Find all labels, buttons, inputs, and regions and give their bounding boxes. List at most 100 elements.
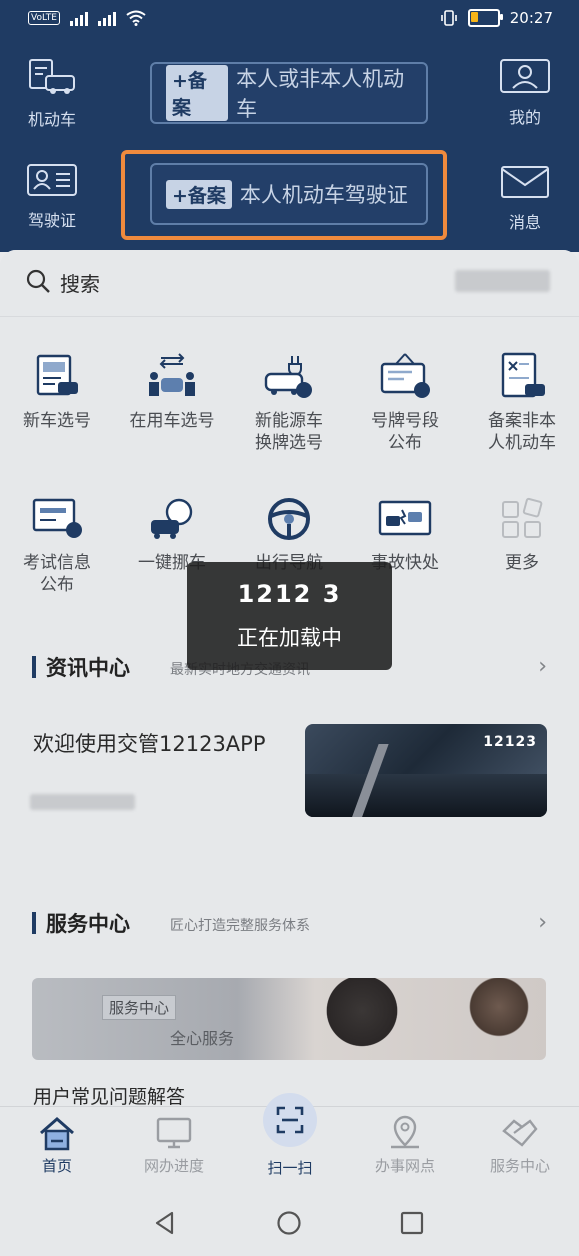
grid-label-3a: 新能源车 — [255, 411, 323, 431]
grid-label-5a: 备案非本 — [488, 411, 556, 431]
news-image: 12123 — [305, 724, 547, 817]
grid-label-6a: 考试信息 — [23, 553, 91, 573]
news-title: 资讯中心 — [46, 656, 130, 680]
scan-button[interactable] — [263, 1093, 317, 1147]
tab-home[interactable]: 首页 — [7, 1115, 107, 1176]
grid-item-more[interactable]: 更多 — [467, 496, 577, 574]
battery-icon — [467, 9, 503, 27]
license-entry[interactable]: 驾驶证 — [12, 163, 92, 231]
faq-link[interactable]: 用户常见问题解答 — [33, 1082, 185, 1106]
search-icon — [26, 269, 50, 293]
grid-item-plate-range[interactable]: 号牌号段 公布 — [350, 352, 460, 454]
location-pin-icon — [391, 1115, 419, 1149]
vehicle-entry[interactable]: 机动车 — [12, 58, 92, 130]
toast-message: 正在加载中 — [237, 626, 342, 650]
search-bar[interactable]: 搜索 — [0, 250, 579, 317]
grid-item-used-car-number[interactable]: 在用车选号 — [117, 352, 227, 432]
news-headline: 欢迎使用交管12123APP — [33, 732, 266, 756]
top-header: VoLTE 20:27 机动车 驾驶证 我的 消息 +备案 本人或非本人机动车 … — [0, 0, 579, 252]
blurred-date — [30, 794, 135, 810]
grid-label-10: 更多 — [505, 553, 539, 573]
banner-tag: 服务中心 — [102, 995, 177, 1020]
message-entry[interactable]: 消息 — [485, 165, 565, 233]
grid-label-6b: 公布 — [40, 575, 74, 595]
exam-info-icon — [32, 498, 82, 538]
id-card-icon — [27, 164, 77, 196]
user-card-icon — [500, 59, 550, 93]
move-car-icon — [151, 498, 193, 539]
grid-item-register-other[interactable]: 备案非本 人机动车 — [467, 352, 577, 454]
wifi-icon — [126, 10, 146, 26]
banner-person-2 — [452, 978, 546, 1060]
service-header[interactable]: 服务中心 匠心打造完整服务体系 › — [0, 892, 579, 952]
service-subtitle: 匠心打造完整服务体系 — [170, 918, 310, 934]
message-label: 消息 — [508, 213, 541, 232]
service-title: 服务中心 — [46, 912, 130, 936]
recents-icon[interactable] — [400, 1211, 424, 1235]
chevron-right-icon-2: › — [538, 910, 547, 935]
tab-scan[interactable]: 扫一扫 — [240, 1157, 340, 1178]
banner-person — [302, 978, 422, 1060]
banner-text: 全心服务 — [170, 1029, 235, 1048]
grid-item-new-car-number[interactable]: 新车选号 — [2, 352, 112, 432]
service-card[interactable]: 服务中心 全心服务 用户常见问题解答 — [0, 958, 579, 1106]
grid-item-exam-info[interactable]: 考试信息 公布 — [2, 496, 112, 596]
clock: 20:27 — [509, 9, 553, 27]
service-banner[interactable]: 服务中心 全心服务 — [32, 978, 546, 1060]
toast-title: 1212 3 — [237, 580, 342, 608]
profile-label: 我的 — [508, 108, 541, 127]
system-nav-bar — [0, 1190, 579, 1256]
grid-label-5b: 人机动车 — [488, 433, 556, 453]
news-card[interactable]: 欢迎使用交管12123APP 12123 — [0, 702, 579, 872]
accident-icon — [378, 500, 432, 536]
register-vehicle-button[interactable]: +备案 本人或非本人机动车 — [150, 62, 428, 124]
register-tag: +备案 — [166, 65, 229, 121]
volte-badge: VoLTE — [28, 11, 60, 25]
scan-icon — [276, 1106, 304, 1134]
tab-outlets-label: 办事网点 — [374, 1157, 435, 1175]
tab-home-label: 首页 — [41, 1157, 72, 1175]
tab-service[interactable]: 服务中心 — [470, 1115, 570, 1176]
profile-entry[interactable]: 我的 — [485, 58, 565, 128]
tab-progress-label: 网办进度 — [143, 1157, 204, 1175]
tab-scan-label: 扫一扫 — [267, 1159, 313, 1177]
bottom-tab-bar: 首页 网办进度 扫一扫 办事网点 服务中心 — [0, 1093, 579, 1191]
register-vehicle-text: 本人或非本人机动车 — [236, 67, 405, 121]
steering-wheel-icon — [268, 498, 310, 540]
car-document-icon — [29, 59, 75, 94]
grid-item-ev-plate[interactable]: 新能源车 换牌选号 — [234, 352, 344, 454]
tab-outlets[interactable]: 办事网点 — [355, 1115, 455, 1176]
grid-label-3b: 换牌选号 — [255, 433, 323, 453]
news-image-badge: 12123 — [483, 734, 537, 750]
used-car-number-icon — [149, 353, 195, 396]
back-icon[interactable] — [152, 1210, 178, 1236]
grid-label-4b: 公布 — [388, 433, 422, 453]
signal-icon-2 — [97, 10, 116, 26]
grid-label-2: 在用车选号 — [129, 411, 215, 431]
ev-plate-icon — [264, 356, 312, 398]
news-accent-bar — [32, 656, 36, 678]
loading-toast: 1212 3 正在加载中 — [187, 562, 392, 670]
vibrate-icon — [440, 10, 457, 26]
service-accent-bar — [32, 912, 36, 934]
tab-service-label: 服务中心 — [489, 1157, 550, 1175]
register-doc-icon — [501, 352, 545, 398]
license-label: 驾驶证 — [27, 211, 76, 230]
status-bar: VoLTE 20:27 — [0, 0, 579, 42]
vehicle-label: 机动车 — [27, 110, 76, 129]
search-label: 搜索 — [60, 272, 100, 296]
handshake-icon — [502, 1119, 538, 1147]
more-apps-icon — [502, 497, 543, 538]
signal-icon — [69, 10, 88, 26]
new-car-number-icon — [36, 354, 78, 396]
plate-board-icon — [380, 353, 430, 398]
content-sheet: 搜索 新车选号 在用车选号 新能源车 换牌选号 号牌号段 公布 备案非本 人机动… — [0, 250, 579, 1106]
monitor-icon — [156, 1117, 192, 1149]
blurred-location — [455, 270, 550, 292]
envelope-icon — [501, 166, 549, 198]
tab-progress[interactable]: 网办进度 — [124, 1115, 224, 1176]
grid-label-1: 新车选号 — [23, 411, 91, 431]
chevron-right-icon: › — [538, 654, 547, 679]
home-nav-icon[interactable] — [276, 1210, 302, 1236]
grid-label-4a: 号牌号段 — [371, 411, 439, 431]
